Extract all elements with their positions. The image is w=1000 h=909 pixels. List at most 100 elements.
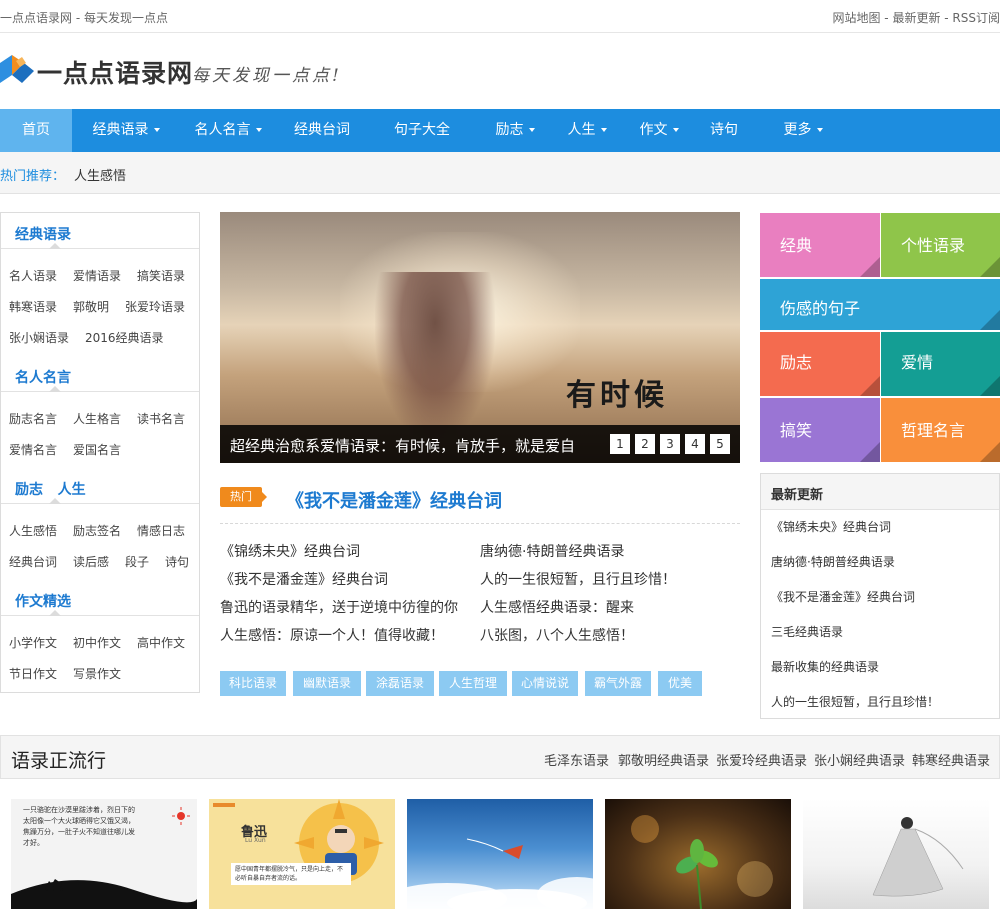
latest-update-link[interactable]: 最新收集的经典语录 xyxy=(771,658,879,675)
sitemap-link[interactable]: 网站地图 xyxy=(832,11,880,25)
sidebar-link[interactable]: 诗句 xyxy=(165,553,189,570)
sidebar-link[interactable]: 爱国名言 xyxy=(73,441,121,458)
sidebar-link[interactable]: 郭敬明 xyxy=(73,298,109,315)
tile-personal-quotes[interactable]: 个性语录 xyxy=(881,213,1000,277)
sidebar-link[interactable]: 爱情名言 xyxy=(9,441,57,458)
sidebar-link[interactable]: 高中作文 xyxy=(137,634,185,651)
site-header: 一点点语录网 每天发现一点点! xyxy=(0,33,1000,109)
popular-link[interactable]: 韩寒经典语录 xyxy=(912,750,990,769)
hot-recommend-link[interactable]: 人生感悟 xyxy=(74,165,126,184)
article-link[interactable]: 《我不是潘金莲》经典台词 xyxy=(220,569,388,589)
nav-item-home[interactable]: 首页 xyxy=(0,109,72,152)
divider xyxy=(220,523,740,524)
sidebar-link[interactable]: 励志签名 xyxy=(73,522,121,539)
slider-page-3[interactable]: 3 xyxy=(660,434,680,454)
nav-item-more[interactable]: 更多 xyxy=(772,109,834,152)
nav-item-classic-quotes[interactable]: 经典语录 xyxy=(80,109,172,152)
article-link[interactable]: 人的一生很短暂，且行且珍惜！ xyxy=(480,569,676,589)
tile-philosophy[interactable]: 哲理名言 xyxy=(881,398,1000,462)
latest-update-link[interactable]: 《我不是潘金莲》经典台词 xyxy=(771,588,915,605)
tag-link[interactable]: 优美 xyxy=(658,671,702,696)
nav-item-essays[interactable]: 作文 xyxy=(628,109,690,152)
sidebar-link[interactable]: 张小娴语录 xyxy=(9,329,69,346)
tag-link[interactable]: 心情说说 xyxy=(512,671,578,696)
sidebar-link[interactable]: 情感日志 xyxy=(137,522,185,539)
sidebar-link[interactable]: 读后感 xyxy=(73,553,109,570)
nav-item-life[interactable]: 人生 xyxy=(556,109,618,152)
nav-item-inspiration[interactable]: 励志 xyxy=(484,109,546,152)
sidebar-section-title[interactable]: 励志 人生 xyxy=(1,468,199,504)
chevron-down-icon xyxy=(255,128,262,132)
luxun-illustration xyxy=(213,799,384,885)
tile-inspiration[interactable]: 励志 xyxy=(760,332,880,396)
sidebar-link[interactable]: 段子 xyxy=(125,553,149,570)
slogan: 每天发现一点点! xyxy=(192,66,342,86)
tile-funny[interactable]: 搞笑 xyxy=(760,398,880,462)
slider-caption-bar: 超经典治愈系爱情语录：有时候，肯放手，就是爱自 1 2 3 4 5 xyxy=(220,425,740,463)
sidebar-link[interactable]: 爱情语录 xyxy=(73,267,121,284)
popular-link[interactable]: 郭敬明经典语录 xyxy=(618,750,709,769)
thumbnail-luxun[interactable]: 鲁迅 Lu Xun 愿中国青年都摆脱冷气，只是向上走，不必听自暴自弃者流的话。 xyxy=(209,799,395,909)
nav-item-poems[interactable]: 诗句 xyxy=(700,109,748,152)
article-link[interactable]: 人生感悟经典语录：醒来 xyxy=(480,597,634,617)
popular-link[interactable]: 张爱玲经典语录 xyxy=(716,750,807,769)
latest-update-link[interactable]: 人的一生很短暂，且行且珍惜！ xyxy=(771,693,939,710)
sidebar-link[interactable]: 小学作文 xyxy=(9,634,57,651)
tile-sad-sentences[interactable]: 伤感的句子 xyxy=(760,279,1000,330)
tag-link[interactable]: 霸气外露 xyxy=(585,671,651,696)
article-link[interactable]: 人生感悟：原谅一个人！值得收藏！ xyxy=(220,625,444,645)
thumbnail-woman-dress[interactable] xyxy=(803,799,989,909)
nav-item-sentences[interactable]: 句子大全 xyxy=(382,109,462,152)
slider-caption[interactable]: 超经典治愈系爱情语录：有时候，肯放手，就是爱自 xyxy=(230,435,575,456)
latest-update-link[interactable]: 三毛经典语录 xyxy=(771,623,843,640)
article-link[interactable]: 鲁迅的语录精华，送于逆境中彷徨的你 xyxy=(220,597,458,617)
logo-text[interactable]: 一点点语录网 xyxy=(37,54,193,90)
sidebar-link[interactable]: 人生感悟 xyxy=(9,522,57,539)
sidebar-section-title[interactable]: 经典语录 xyxy=(1,213,199,249)
tile-love[interactable]: 爱情 xyxy=(881,332,1000,396)
sidebar-link[interactable]: 经典台词 xyxy=(9,553,57,570)
sidebar-link[interactable]: 人生格言 xyxy=(73,410,121,427)
thumbnail-camel[interactable]: 一只骆驼在沙漠里跋涉着，烈日下的太阳像一个大火球晒得它又饿又渴，焦躁万分，一肚子… xyxy=(11,799,197,909)
sidebar-link[interactable]: 2016经典语录 xyxy=(85,329,164,346)
sidebar-link[interactable]: 搞笑语录 xyxy=(137,267,185,284)
headline-title[interactable]: 《我不是潘金莲》经典台词 xyxy=(286,487,502,513)
sidebar-link[interactable]: 韩寒语录 xyxy=(9,298,57,315)
sidebar-link[interactable]: 节日作文 xyxy=(9,665,57,682)
sidebar-link[interactable]: 名人语录 xyxy=(9,267,57,284)
tag-link[interactable]: 幽默语录 xyxy=(293,671,361,696)
latest-update-link[interactable]: 最新更新 xyxy=(892,11,940,25)
popular-quotes-title: 语录正流行 xyxy=(11,750,107,772)
thumbnail-kite-sky[interactable] xyxy=(407,799,593,909)
nav-item-classic-lines[interactable]: 经典台词 xyxy=(282,109,362,152)
tile-classic[interactable]: 经典 xyxy=(760,213,880,277)
article-link[interactable]: 八张图，八个人生感悟！ xyxy=(480,625,634,645)
nav-item-famous-sayings[interactable]: 名人名言 xyxy=(182,109,274,152)
popular-link[interactable]: 张小娴经典语录 xyxy=(814,750,905,769)
popular-link[interactable]: 毛泽东语录 xyxy=(544,750,609,769)
sidebar-link[interactable]: 张爱玲语录 xyxy=(125,298,185,315)
latest-update-link[interactable]: 唐纳德·特朗普经典语录 xyxy=(771,553,895,570)
sidebar-section-title[interactable]: 名人名言 xyxy=(1,356,199,392)
article-link[interactable]: 唐纳德·特朗普经典语录 xyxy=(480,541,624,561)
sidebar-link[interactable]: 写景作文 xyxy=(73,665,121,682)
logo-icon[interactable] xyxy=(0,53,34,87)
article-link[interactable]: 《锦绣未央》经典台词 xyxy=(220,541,360,561)
sidebar-link[interactable]: 初中作文 xyxy=(73,634,121,651)
top-links: 网站地图 - 最新更新 - RSS订阅 xyxy=(832,11,1000,25)
sidebar-link[interactable]: 读书名言 xyxy=(137,410,185,427)
slider-page-5[interactable]: 5 xyxy=(710,434,730,454)
tag-link[interactable]: 涂磊语录 xyxy=(366,671,434,696)
tag-link[interactable]: 人生哲理 xyxy=(439,671,507,696)
tag-link[interactable]: 科比语录 xyxy=(220,671,286,696)
rss-link[interactable]: RSS订阅 xyxy=(952,11,1000,25)
slider-page-4[interactable]: 4 xyxy=(685,434,705,454)
slider-page-1[interactable]: 1 xyxy=(610,434,630,454)
thumbnail-clover[interactable] xyxy=(605,799,791,909)
slider-page-2[interactable]: 2 xyxy=(635,434,655,454)
sidebar-section-title[interactable]: 作文精选 xyxy=(1,580,199,616)
chevron-down-icon xyxy=(528,128,535,132)
sidebar-link[interactable]: 励志名言 xyxy=(9,410,57,427)
featured-slider[interactable]: 有时候 超经典治愈系爱情语录：有时候，肯放手，就是爱自 1 2 3 4 5 xyxy=(220,212,740,463)
latest-update-link[interactable]: 《锦绣未央》经典台词 xyxy=(771,518,891,535)
